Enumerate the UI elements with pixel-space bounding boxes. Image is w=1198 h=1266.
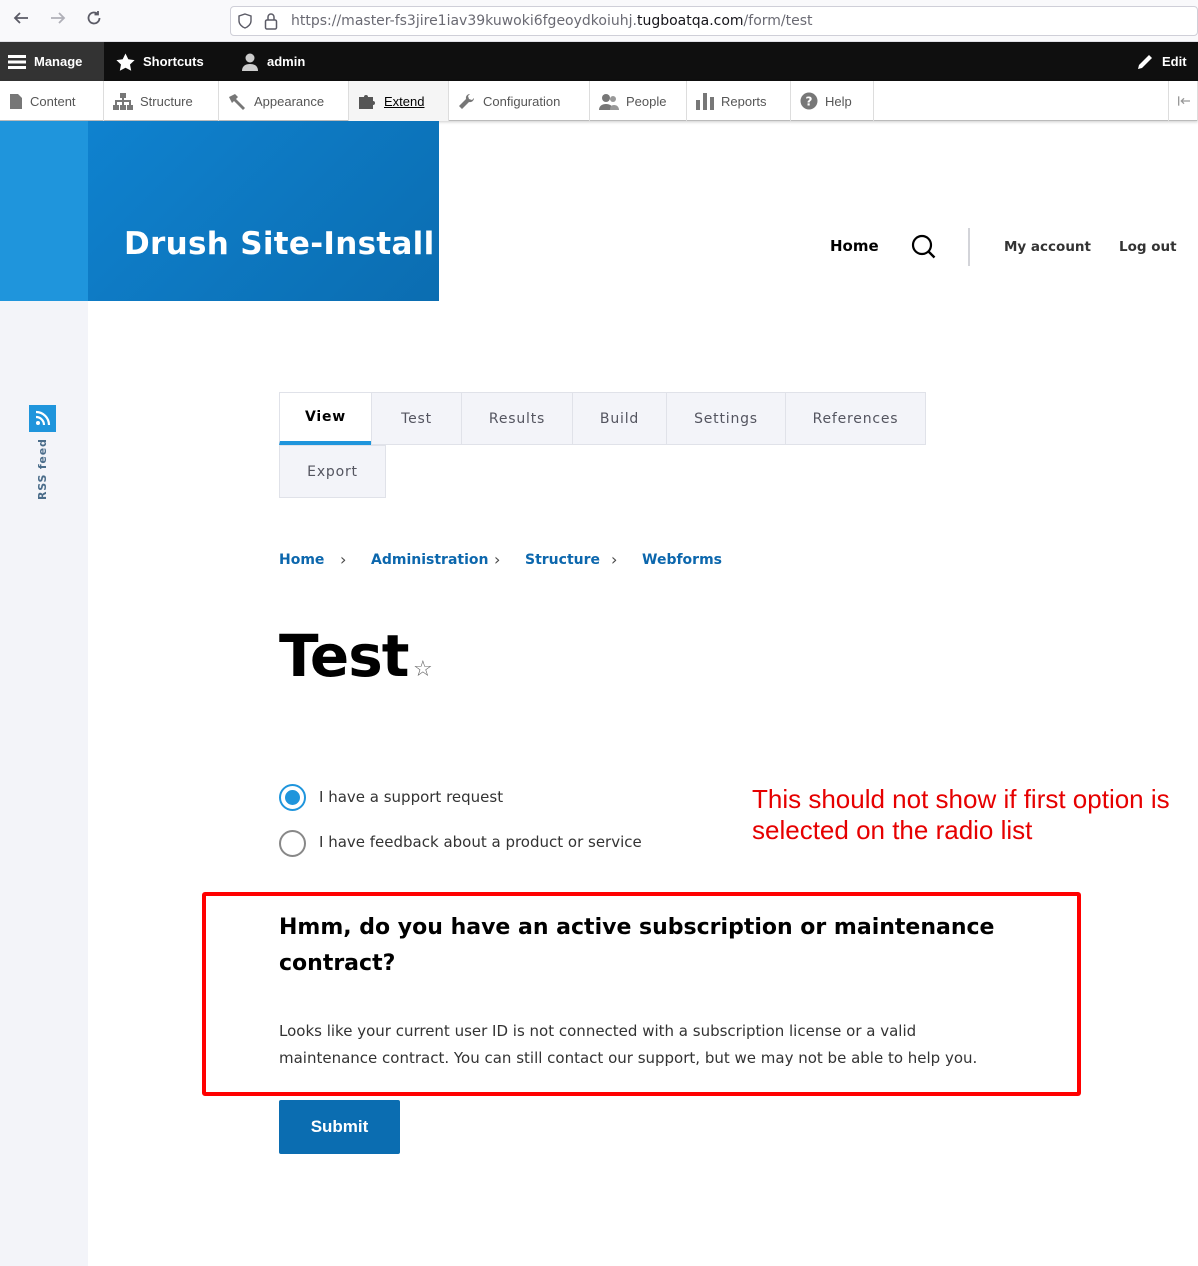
menu-item-label: Reports — [721, 93, 767, 109]
content-icon — [10, 93, 22, 109]
configuration-icon — [459, 93, 475, 109]
svg-text:?: ? — [806, 95, 813, 109]
manage-label: Manage — [34, 54, 83, 69]
tab-view[interactable]: View — [279, 392, 372, 445]
menu-item-content[interactable]: Content — [0, 81, 104, 121]
menu-item-people[interactable]: People — [590, 81, 687, 121]
breadcrumb-home[interactable]: Home — [279, 552, 324, 568]
breadcrumb-chevron-icon: › — [340, 550, 347, 569]
menu-item-reports[interactable]: Reports — [687, 81, 791, 121]
radio-feedback-label[interactable]: I have feedback about a product or servi… — [319, 833, 642, 851]
address-bar[interactable]: https://master-fs3jire1iav39kuwoki6fgeoy… — [230, 6, 1198, 36]
pencil-icon — [1138, 54, 1152, 69]
toggle-orientation-button[interactable] — [1168, 81, 1198, 121]
user-label: admin — [267, 54, 306, 69]
nav-divider — [968, 228, 970, 266]
my-account-link[interactable]: My account — [1004, 239, 1091, 255]
user-icon — [242, 53, 258, 71]
manage-tab[interactable]: Manage — [0, 42, 104, 81]
reports-icon — [696, 92, 714, 110]
shortcuts-label: Shortcuts — [143, 54, 204, 69]
breadcrumb-structure[interactable]: Structure — [525, 552, 600, 568]
message-title: Hmm, do you have an active subscription … — [279, 915, 995, 976]
search-icon[interactable] — [911, 234, 937, 264]
breadcrumb-administration[interactable]: Administration — [371, 552, 488, 568]
shortcut-star-icon[interactable]: ☆ — [413, 657, 433, 682]
tab-test[interactable]: Test — [371, 392, 462, 445]
menu-item-label: Configuration — [483, 93, 561, 109]
message-body: Looks like your current user ID is not c… — [279, 1022, 978, 1067]
header-accent — [0, 121, 88, 301]
shortcuts-tab[interactable]: Shortcuts — [116, 42, 204, 81]
help-icon: ? — [800, 92, 818, 110]
menu-item-label: Structure — [140, 93, 193, 109]
site-name[interactable]: Drush Site-Install — [124, 226, 435, 262]
url-text: https://master-fs3jire1iav39kuwoki6fgeoy… — [291, 13, 813, 29]
tab-build[interactable]: Build — [572, 392, 667, 445]
menu-item-configuration[interactable]: Configuration — [449, 81, 590, 121]
breadcrumb-webforms[interactable]: Webforms — [642, 552, 722, 568]
menu-item-label: Help — [825, 93, 852, 109]
site-branding — [88, 121, 439, 301]
lock-icon[interactable] — [264, 12, 278, 30]
rss-feed-label[interactable]: RSS feed — [36, 438, 49, 500]
annotation-note: This should not show if first option is … — [752, 784, 1170, 845]
breadcrumb-chevron-icon: › — [611, 550, 618, 569]
menu-item-extend[interactable]: Extend — [349, 81, 449, 121]
rss-feed-icon[interactable] — [29, 405, 56, 432]
tab-settings[interactable]: Settings — [666, 392, 786, 445]
menu-item-label: Extend — [384, 93, 425, 109]
tab-references[interactable]: References — [785, 392, 926, 445]
admin-toolbar: Manage Shortcuts admin Edit — [0, 42, 1198, 81]
radio-support-request-label[interactable]: I have a support request — [319, 788, 503, 806]
back-arrow-icon[interactable] — [9, 9, 33, 33]
radio-feedback[interactable] — [279, 830, 306, 857]
tab-results[interactable]: Results — [461, 392, 573, 445]
log-out-link[interactable]: Log out — [1119, 239, 1177, 255]
forward-arrow-icon[interactable] — [46, 9, 70, 33]
browser-toolbar: https://master-fs3jire1iav39kuwoki6fgeoy… — [0, 0, 1198, 42]
menu-item-label: People — [626, 93, 667, 109]
user-tab[interactable]: admin — [241, 42, 305, 81]
appearance-icon — [229, 93, 245, 110]
menu-item-appearance[interactable]: Appearance — [219, 81, 349, 121]
menu-item-help[interactable]: ? Help — [791, 81, 874, 121]
menu-item-label: Appearance — [254, 93, 325, 109]
people-icon — [599, 93, 619, 110]
edit-button[interactable]: Edit — [1136, 42, 1187, 81]
extend-icon — [359, 94, 375, 109]
submit-button[interactable]: Submit — [279, 1100, 400, 1154]
reload-icon[interactable] — [82, 9, 106, 33]
page-title: Test — [279, 622, 409, 690]
structure-icon — [113, 92, 133, 110]
main-nav-home[interactable]: Home — [830, 237, 879, 255]
edit-label: Edit — [1162, 54, 1187, 69]
menu-item-structure[interactable]: Structure — [104, 81, 219, 121]
collapse-icon — [1178, 96, 1190, 106]
shield-icon[interactable] — [237, 13, 253, 29]
menu-item-label: Content — [30, 93, 76, 109]
radio-support-request[interactable] — [279, 784, 306, 811]
menu-icon — [8, 54, 26, 69]
star-icon — [116, 53, 135, 71]
admin-menu-tray: Content Structure Appearance Extend Conf… — [0, 81, 1198, 121]
tab-export[interactable]: Export — [279, 445, 386, 498]
breadcrumb-chevron-icon: › — [494, 550, 501, 569]
